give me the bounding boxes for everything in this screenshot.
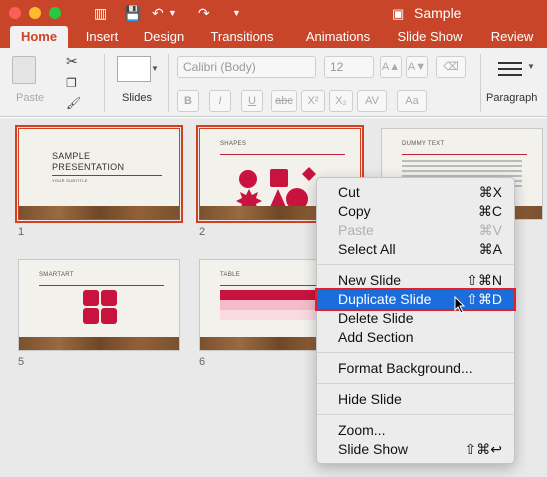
context-menu: Cut ⌘X Copy ⌘C Paste ⌘V Select All ⌘A New Sl… bbox=[315, 177, 516, 464]
italic-button[interactable]: I bbox=[209, 90, 231, 112]
slide-number-5: 5 bbox=[18, 356, 25, 368]
grow-font-icon[interactable]: A▲ bbox=[380, 56, 402, 78]
paste-icon[interactable] bbox=[12, 56, 36, 84]
underline-button[interactable]: U bbox=[241, 90, 263, 112]
slide-number-2: 2 bbox=[199, 226, 206, 238]
menu-item-hide-slide[interactable]: Hide Slide bbox=[317, 390, 514, 409]
cut-icon[interactable]: ✂ bbox=[66, 52, 78, 70]
slide-thumbnail-5[interactable]: SMARTART bbox=[18, 259, 180, 351]
menu-item-cut[interactable]: Cut ⌘X bbox=[317, 183, 514, 202]
character-spacing-button[interactable]: AV bbox=[357, 90, 387, 112]
clear-format-icon[interactable]: ⌫ bbox=[436, 56, 466, 78]
subscript-button[interactable]: X₂ bbox=[329, 90, 353, 112]
menu-item-select-all[interactable]: Select All ⌘A bbox=[317, 240, 514, 259]
ribbon-home: Paste ✂ ❐ 🖌 ▼ Slides Calibri (Body) 12 A… bbox=[0, 48, 547, 117]
menu-item-format-background[interactable]: Format Background... bbox=[317, 359, 514, 378]
paragraph-icon[interactable] bbox=[498, 62, 522, 64]
shrink-font-icon[interactable]: A▼ bbox=[406, 56, 428, 78]
font-name-field[interactable]: Calibri (Body) bbox=[177, 56, 316, 78]
save-icon[interactable]: 💾 bbox=[124, 4, 141, 22]
copy-icon[interactable]: ❐ bbox=[66, 74, 77, 92]
change-case-button[interactable]: Aa bbox=[397, 90, 427, 112]
slide-3-text-lines bbox=[402, 160, 522, 162]
font-size-field[interactable]: 12 bbox=[324, 56, 374, 78]
slide-thumbnail-1[interactable]: SAMPLE PRESENTATION YOUR SUBTITLE bbox=[15, 125, 183, 223]
menu-item-delete-slide[interactable]: Delete Slide bbox=[317, 309, 514, 328]
redo-icon[interactable]: ↷ bbox=[198, 4, 210, 22]
bold-button[interactable]: B bbox=[177, 90, 199, 112]
tab-review[interactable]: Review bbox=[484, 26, 540, 48]
tab-transitions[interactable]: Transitions bbox=[204, 26, 280, 48]
menu-item-add-section[interactable]: Add Section bbox=[317, 328, 514, 347]
menu-item-paste: Paste ⌘V bbox=[338, 222, 502, 238]
sidebar-toggle-icon[interactable]: ▥ bbox=[94, 4, 107, 22]
format-painter-icon[interactable]: 🖌 bbox=[66, 94, 81, 112]
paste-label[interactable]: Paste bbox=[16, 92, 44, 104]
smartart-block-4 bbox=[101, 308, 117, 324]
tab-home[interactable]: Home bbox=[10, 26, 68, 48]
smartart-block-3 bbox=[83, 308, 99, 324]
menu-item-copy[interactable]: Copy ⌘C bbox=[317, 202, 514, 221]
tab-insert[interactable]: Insert bbox=[76, 26, 128, 48]
strikethrough-button[interactable]: abc bbox=[271, 90, 297, 112]
smartart-block-2 bbox=[101, 290, 117, 306]
document-title: Sample bbox=[414, 5, 462, 21]
menu-item-new-slide[interactable]: New Slide ⇧⌘N bbox=[317, 271, 514, 290]
undo-icon[interactable]: ↶ bbox=[152, 4, 164, 22]
menu-item-duplicate-slide[interactable]: Duplicate Slide ⇧⌘D bbox=[315, 288, 516, 311]
slide-number-6: 6 bbox=[199, 356, 206, 368]
ribbon-tabs: Home Insert Design Transitions Animation… bbox=[0, 26, 547, 48]
paragraph-label[interactable]: Paragraph bbox=[486, 92, 537, 104]
new-slide-dropdown-icon[interactable]: ▼ bbox=[151, 60, 159, 78]
slide-number-1: 1 bbox=[18, 226, 25, 238]
tab-slide-show[interactable]: Slide Show bbox=[392, 26, 468, 48]
mouse-cursor-icon bbox=[454, 296, 466, 314]
slide-6-title: TABLE bbox=[220, 272, 241, 278]
slides-label[interactable]: Slides bbox=[122, 92, 152, 104]
menu-item-slide-show[interactable]: Slide Show ⇧⌘↩ bbox=[317, 440, 514, 459]
powerpoint-doc-icon: ▣ bbox=[392, 6, 405, 21]
undo-dropdown-icon[interactable]: ▼ bbox=[168, 4, 177, 22]
tab-animations[interactable]: Animations bbox=[298, 26, 378, 48]
close-window-button[interactable] bbox=[9, 7, 21, 19]
new-slide-icon[interactable] bbox=[117, 56, 151, 82]
smartart-block-1 bbox=[83, 290, 99, 306]
title-bar: ▥ 💾 ↶ ▼ ↷ ▼ ▣ Sample bbox=[0, 0, 547, 26]
superscript-button[interactable]: X² bbox=[301, 90, 325, 112]
menu-item-zoom[interactable]: Zoom... bbox=[317, 421, 514, 440]
tab-design[interactable]: Design bbox=[136, 26, 192, 48]
paragraph-dropdown-icon[interactable]: ▼ bbox=[527, 58, 535, 76]
slide-1-subtitle: YOUR SUBTITLE bbox=[52, 178, 88, 183]
minimize-window-button[interactable] bbox=[29, 7, 41, 19]
slide-1-title: SAMPLE PRESENTATION bbox=[52, 151, 125, 172]
customize-toolbar-icon[interactable]: ▼ bbox=[232, 4, 241, 22]
slide-3-title: DUMMY TEXT bbox=[402, 141, 445, 147]
zoom-window-button[interactable] bbox=[49, 7, 61, 19]
slide-5-title: SMARTART bbox=[39, 272, 74, 278]
